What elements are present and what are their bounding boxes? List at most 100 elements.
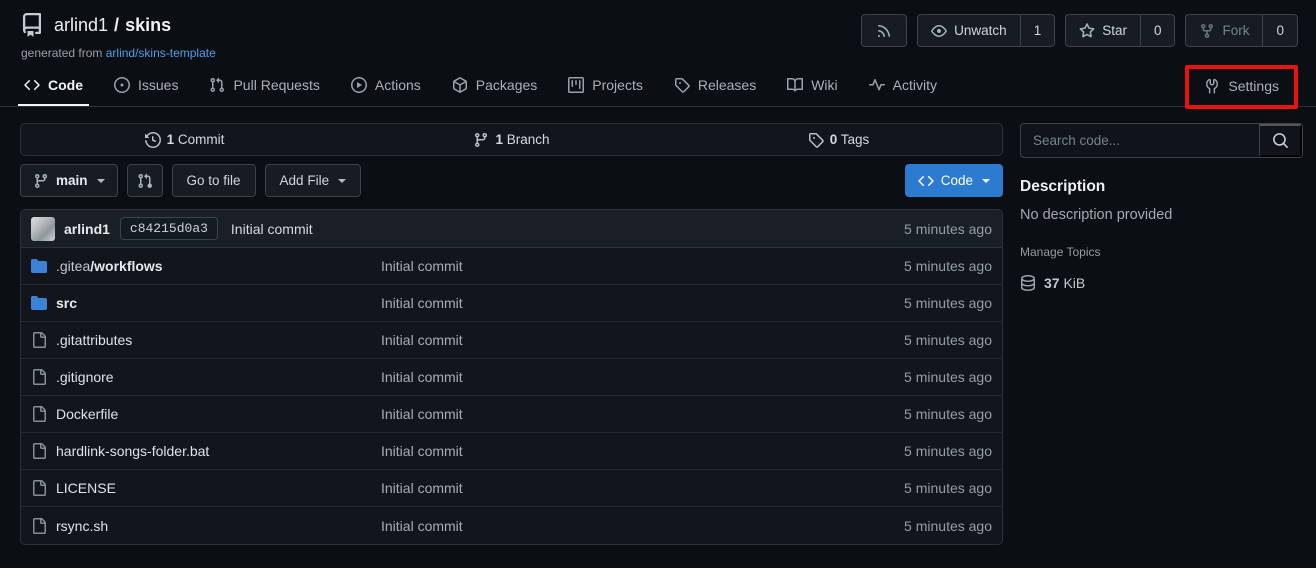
code-download-button[interactable]: Code <box>905 164 1003 197</box>
repo-owner-link[interactable]: arlind1 <box>54 15 108 36</box>
file-icon <box>31 443 47 459</box>
go-to-file-button[interactable]: Go to file <box>172 164 256 197</box>
repo-title: arlind1 / skins <box>54 15 171 36</box>
settings-tools-icon <box>1204 78 1220 94</box>
compare-icon <box>137 173 153 189</box>
stars-count[interactable]: 0 <box>1140 15 1175 46</box>
file-commit-message[interactable]: Initial commit <box>381 443 822 459</box>
file-icon <box>31 369 47 385</box>
file-icon <box>31 332 47 348</box>
repo-stats-bar: 1 Commit 1 Branch 0 Tags <box>20 123 1003 156</box>
branches-stat[interactable]: 1 Branch <box>348 132 675 148</box>
compare-button[interactable] <box>127 164 163 197</box>
tab-pull-requests[interactable]: Pull Requests <box>207 71 321 106</box>
branch-selector[interactable]: main <box>20 164 118 197</box>
file-commit-message[interactable]: Initial commit <box>381 518 822 534</box>
code-icon <box>24 77 40 93</box>
file-name-link[interactable]: src <box>56 295 77 311</box>
file-commit-time: 5 minutes ago <box>822 258 992 274</box>
file-row: hardlink-songs-folder.bat Initial commit5… <box>21 433 1002 470</box>
tab-issues[interactable]: Issues <box>112 71 180 106</box>
tab-packages[interactable]: Packages <box>450 71 539 106</box>
repo-toolbar: main Go to file Add File Code <box>20 164 1003 197</box>
file-name-link[interactable]: LICENSE <box>56 480 116 496</box>
commit-message-link[interactable]: Initial commit <box>231 221 313 237</box>
tab-wiki[interactable]: Wiki <box>785 71 839 106</box>
commits-stat[interactable]: 1 Commit <box>21 132 348 148</box>
pulse-icon <box>869 77 885 93</box>
file-name-link[interactable]: rsync.sh <box>56 518 108 534</box>
file-name-link[interactable]: hardlink-songs-folder.bat <box>56 443 209 459</box>
file-icon <box>31 518 47 534</box>
file-commit-time: 5 minutes ago <box>822 406 992 422</box>
tab-label: Wiki <box>811 77 837 93</box>
tab-actions[interactable]: Actions <box>349 71 423 106</box>
tab-activity[interactable]: Activity <box>867 71 939 106</box>
tab-settings[interactable]: Settings <box>1202 70 1281 104</box>
tab-projects[interactable]: Projects <box>566 71 645 106</box>
file-commit-message[interactable]: Initial commit <box>381 480 822 496</box>
forks-count[interactable]: 0 <box>1262 15 1297 46</box>
history-icon <box>145 132 161 148</box>
commit-author-link[interactable]: arlind1 <box>64 221 110 237</box>
repo-name-link[interactable]: skins <box>125 15 171 36</box>
star-button[interactable]: Star <box>1066 15 1140 46</box>
file-row: .gitattributes Initial commit5 minutes ag… <box>21 322 1002 359</box>
play-icon <box>351 77 367 93</box>
tag-icon <box>674 77 690 93</box>
template-repo-link[interactable]: arlind/skins-template <box>106 46 216 60</box>
folder-icon <box>31 295 47 311</box>
file-commit-message[interactable]: Initial commit <box>381 258 822 274</box>
search-code-input[interactable] <box>1021 124 1259 157</box>
manage-topics-link[interactable]: Manage Topics <box>1020 245 1303 259</box>
file-commit-message[interactable]: Initial commit <box>381 295 822 311</box>
file-name-link[interactable]: .gitignore <box>56 369 114 385</box>
file-row: .gitignore Initial commit5 minutes ago <box>21 359 1002 396</box>
repo-sidebar: Description No description provided Mana… <box>1020 123 1303 545</box>
annotation-highlight-box: Settings <box>1185 65 1298 109</box>
rss-icon <box>876 23 892 39</box>
package-icon <box>452 77 468 93</box>
chevron-down-icon <box>338 179 346 183</box>
file-row: rsync.shInitial commit5 minutes ago <box>21 507 1002 544</box>
eye-icon <box>931 23 947 39</box>
file-row: Dockerfile Initial commit5 minutes ago <box>21 396 1002 433</box>
unwatch-button[interactable]: Unwatch <box>918 15 1020 46</box>
generated-from: generated from arlind/skins-template <box>21 46 216 60</box>
file-commit-message[interactable]: Initial commit <box>381 406 822 422</box>
repo-header: arlind1 / skins generated from arlind/sk… <box>0 0 1316 60</box>
file-name-link[interactable]: .gitattributes <box>56 332 132 348</box>
commit-time: 5 minutes ago <box>904 221 992 237</box>
tab-label: Packages <box>476 77 537 93</box>
tab-label: Code <box>48 77 83 93</box>
file-commit-message[interactable]: Initial commit <box>381 332 822 348</box>
star-button-group: Star 0 <box>1065 14 1175 47</box>
tab-code[interactable]: Code <box>22 71 85 106</box>
repo-title-separator: / <box>114 15 119 36</box>
description-text: No description provided <box>1020 207 1303 223</box>
branch-icon <box>33 173 49 189</box>
file-icon <box>31 480 47 496</box>
fork-button[interactable]: Fork <box>1186 15 1262 46</box>
tab-releases[interactable]: Releases <box>672 71 758 106</box>
chevron-down-icon <box>97 179 105 183</box>
repo-icon <box>20 13 44 37</box>
issue-icon <box>114 77 130 93</box>
file-commit-message[interactable]: Initial commit <box>381 369 822 385</box>
file-commit-time: 5 minutes ago <box>822 332 992 348</box>
commit-sha-badge[interactable]: c84215d0a3 <box>120 217 218 240</box>
tab-label: Projects <box>592 77 643 93</box>
file-row: src Initial commit5 minutes ago <box>21 285 1002 322</box>
tags-stat[interactable]: 0 Tags <box>675 132 1002 148</box>
file-commit-time: 5 minutes ago <box>822 369 992 385</box>
rss-button[interactable] <box>861 14 907 47</box>
watchers-count[interactable]: 1 <box>1020 15 1055 46</box>
tab-label: Actions <box>375 77 421 93</box>
file-name-link[interactable]: Dockerfile <box>56 406 118 422</box>
search-submit-button[interactable] <box>1259 124 1302 157</box>
add-file-button[interactable]: Add File <box>265 164 362 197</box>
file-commit-time: 5 minutes ago <box>822 295 992 311</box>
avatar[interactable] <box>31 217 55 241</box>
file-commit-time: 5 minutes ago <box>822 443 992 459</box>
file-name-link[interactable]: .gitea/workflows <box>56 258 163 274</box>
